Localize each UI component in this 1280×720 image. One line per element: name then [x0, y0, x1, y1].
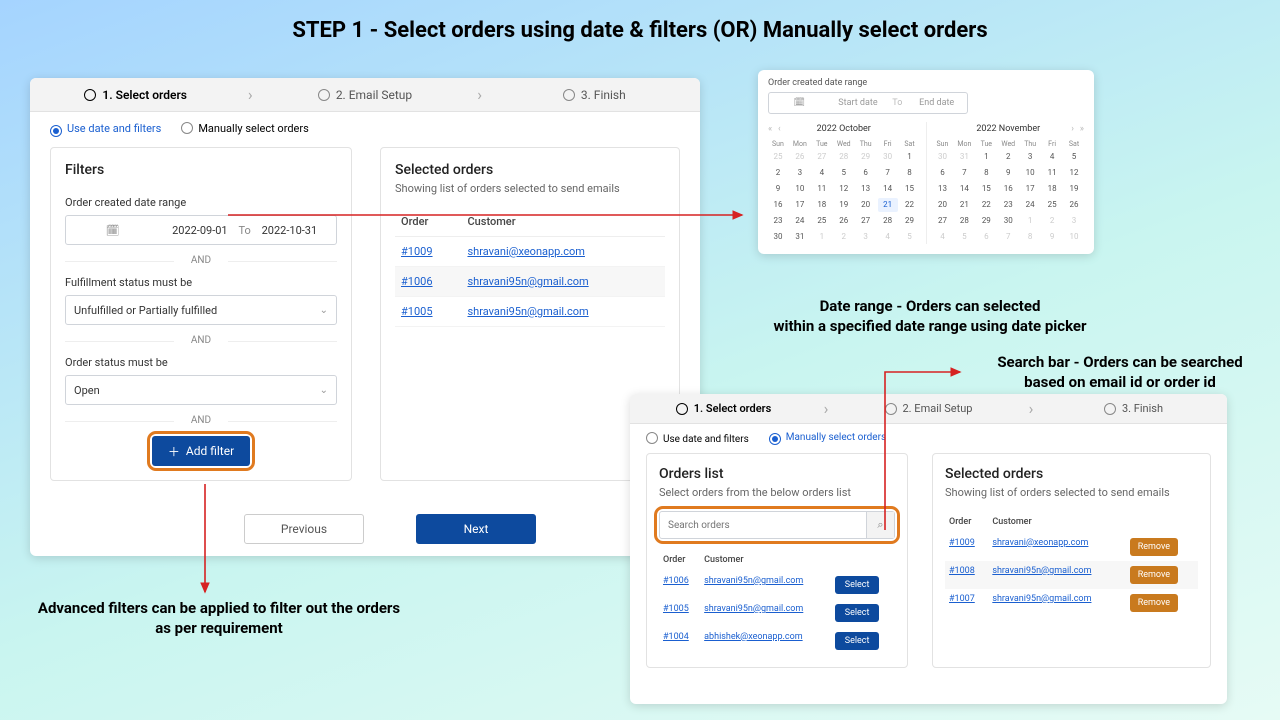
- date-range-input[interactable]: 🗓 2022-09-01 To 2022-10-31: [65, 215, 337, 245]
- chevron-down-icon: ⌄: [320, 305, 328, 316]
- selected-orders-card-2: Selected orders Showing list of orders s…: [932, 453, 1211, 668]
- chevron-right-icon: ›: [817, 399, 835, 418]
- annotation-search: Search bar - Orders can be searchedbased…: [970, 352, 1270, 393]
- table-row: #1008 shravani95n@gmail.com Remove: [945, 561, 1198, 589]
- step-1[interactable]: 1. Select orders: [630, 402, 817, 415]
- order-link[interactable]: #1005: [663, 604, 689, 614]
- step-1[interactable]: 1. Select orders: [30, 88, 241, 102]
- selected-orders-table-2: OrderCustomer #1009shravani@xeonapp.comR…: [945, 511, 1198, 617]
- order-link[interactable]: #1009: [401, 245, 433, 258]
- customer-link[interactable]: shravani@xeonapp.com: [467, 245, 584, 258]
- remove-button[interactable]: Remove: [1130, 566, 1178, 584]
- order-link[interactable]: #1009: [949, 538, 975, 548]
- date-picker-popup: Order created date range 🗓 Start date To…: [758, 70, 1094, 254]
- select-button[interactable]: Select: [835, 576, 880, 594]
- wizard-panel-filters: 1. Select orders › 2. Email Setup › 3. F…: [30, 78, 700, 556]
- table-row: #1005 shravani95n@gmail.com Select: [659, 599, 895, 627]
- search-button[interactable]: ⌕: [866, 512, 894, 538]
- table-row: #1007 shravani95n@gmail.com Remove: [945, 589, 1198, 617]
- mode-manual-radio[interactable]: Manually select orders: [181, 122, 308, 137]
- order-status-select[interactable]: Open⌄: [65, 375, 337, 405]
- chevron-right-icon: ›: [1022, 399, 1040, 418]
- order-status-label: Order status must be: [65, 356, 337, 369]
- date-picker-label: Order created date range: [768, 78, 1084, 88]
- calendar-icon: 🗓: [74, 224, 151, 237]
- table-row: #1005 shravani95n@gmail.com: [395, 297, 665, 327]
- chevron-down-icon: ⌄: [320, 385, 328, 396]
- customer-link[interactable]: shravani95n@gmail.com: [992, 594, 1091, 604]
- customer-link[interactable]: shravani95n@gmail.com: [992, 566, 1091, 576]
- chevron-right-icon: ›: [471, 85, 489, 104]
- filters-card: Filters Order created date range 🗓 2022-…: [50, 147, 352, 481]
- mode-manual-radio[interactable]: Manually select orders: [769, 432, 886, 445]
- customer-link[interactable]: abhishek@xeonapp.com: [704, 632, 802, 642]
- customer-link[interactable]: shravani95n@gmail.com: [467, 275, 588, 288]
- order-link[interactable]: #1006: [401, 275, 433, 288]
- prev-month-icon[interactable]: ‹: [778, 124, 781, 134]
- table-row: #1009 shravani@xeonapp.com: [395, 237, 665, 267]
- step-2[interactable]: 2. Email Setup: [835, 402, 1022, 415]
- step-3[interactable]: 3. Finish: [1040, 402, 1227, 415]
- next-button[interactable]: Next: [416, 514, 536, 544]
- orders-list-table: OrderCustomer #1006shravani95n@gmail.com…: [659, 549, 895, 655]
- mode-filters-radio[interactable]: Use date and filters: [646, 432, 749, 445]
- orders-search[interactable]: ⌕: [659, 511, 895, 539]
- calendar-month-oct[interactable]: «‹2022 October SunMonTueWedThuFriSat2526…: [768, 122, 927, 244]
- wizard-panel-manual: 1. Select orders › 2. Email Setup › 3. F…: [630, 394, 1227, 704]
- fulfillment-label: Fulfillment status must be: [65, 276, 337, 289]
- order-link[interactable]: #1004: [663, 632, 689, 642]
- table-row: #1009 shravani@xeonapp.com Remove: [945, 533, 1198, 561]
- plus-icon: ＋: [168, 443, 180, 460]
- select-button[interactable]: Select: [835, 604, 880, 622]
- search-input[interactable]: [660, 512, 866, 538]
- remove-button[interactable]: Remove: [1130, 594, 1178, 612]
- step-2[interactable]: 2. Email Setup: [259, 88, 470, 102]
- table-row: #1006 shravani95n@gmail.com: [395, 267, 665, 297]
- annotation-daterange: Date range - Orders can selectedwithin a…: [750, 296, 1110, 337]
- order-link[interactable]: #1005: [401, 305, 433, 318]
- add-filter-button[interactable]: ＋Add filter: [152, 436, 250, 466]
- stepper: 1. Select orders › 2. Email Setup › 3. F…: [30, 78, 700, 112]
- orders-list-card: Orders list Select orders from the below…: [646, 453, 908, 668]
- page-title: STEP 1 - Select orders using date & filt…: [0, 18, 1280, 43]
- selected-orders-title: Selected orders: [395, 162, 665, 178]
- orders-list-title: Orders list: [659, 466, 895, 482]
- next-month-icon[interactable]: ›: [1071, 124, 1074, 134]
- date-picker-input[interactable]: 🗓 Start date To End date: [768, 92, 968, 114]
- fulfillment-select[interactable]: Unfulfilled or Partially fulfilled⌄: [65, 295, 337, 325]
- next-year-icon[interactable]: »: [1080, 124, 1084, 134]
- order-link[interactable]: #1007: [949, 594, 975, 604]
- search-icon: ⌕: [877, 518, 883, 532]
- chevron-right-icon: ›: [241, 85, 259, 104]
- customer-link[interactable]: shravani95n@gmail.com: [704, 576, 803, 586]
- date-range-label: Order created date range: [65, 196, 337, 209]
- customer-link[interactable]: shravani95n@gmail.com: [467, 305, 588, 318]
- previous-button[interactable]: Previous: [244, 514, 364, 544]
- calendar-icon: 🗓: [775, 98, 824, 108]
- selected-orders-sub: Showing list of orders selected to send …: [395, 182, 665, 195]
- remove-button[interactable]: Remove: [1130, 538, 1178, 556]
- filters-title: Filters: [65, 162, 337, 178]
- annotation-filters: Advanced filters can be applied to filte…: [14, 598, 424, 639]
- select-button[interactable]: Select: [835, 632, 880, 650]
- prev-year-icon[interactable]: «: [768, 124, 772, 134]
- mode-filters-radio[interactable]: Use date and filters: [50, 122, 161, 137]
- selected-orders-table: OrderCustomer #1009shravani@xeonapp.com …: [395, 207, 665, 327]
- order-link[interactable]: #1006: [663, 576, 689, 586]
- step-3[interactable]: 3. Finish: [489, 88, 700, 102]
- order-link[interactable]: #1008: [949, 566, 975, 576]
- calendar-month-nov[interactable]: 2022 November›» SunMonTueWedThuFriSat303…: [927, 122, 1085, 244]
- customer-link[interactable]: shravani95n@gmail.com: [704, 604, 803, 614]
- table-row: #1006 shravani95n@gmail.com Select: [659, 571, 895, 599]
- customer-link[interactable]: shravani@xeonapp.com: [992, 538, 1088, 548]
- table-row: #1004 abhishek@xeonapp.com Select: [659, 627, 895, 655]
